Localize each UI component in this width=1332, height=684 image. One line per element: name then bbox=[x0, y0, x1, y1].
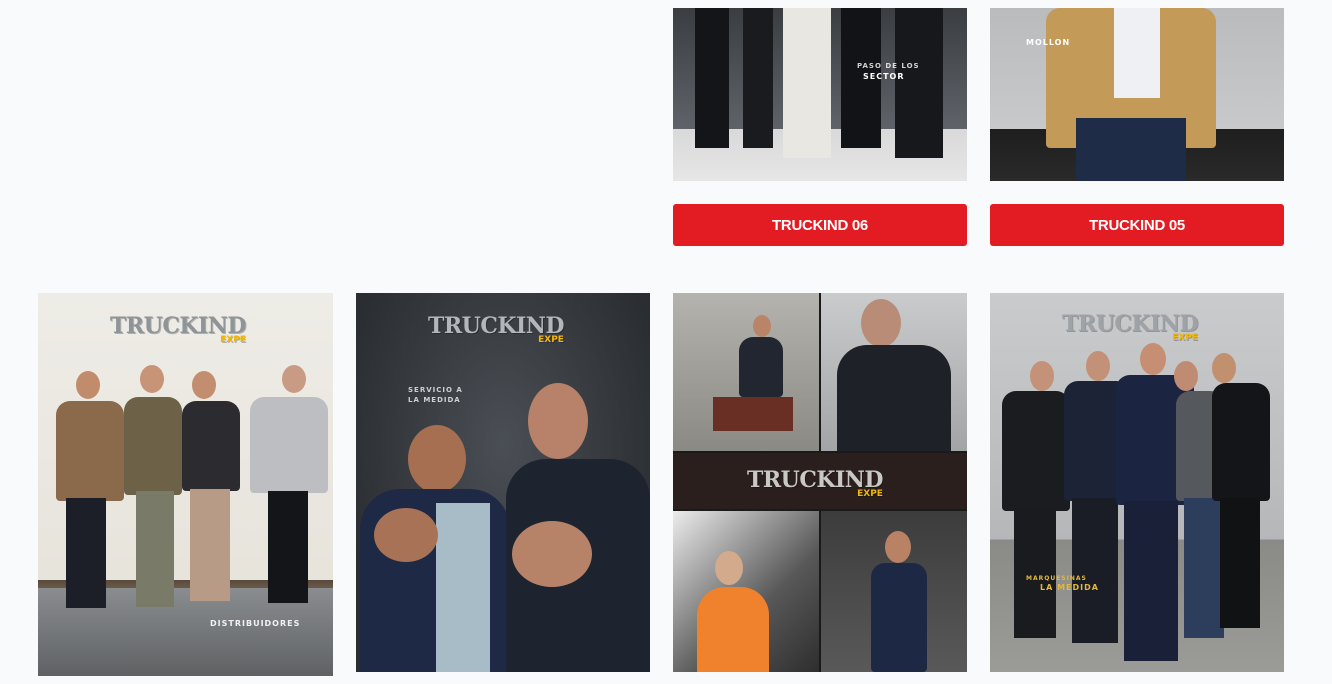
cover-figure bbox=[1114, 8, 1160, 98]
cover-figure-head bbox=[861, 299, 901, 347]
cover-figure bbox=[1072, 498, 1118, 643]
cover-figure-head bbox=[282, 365, 306, 393]
magazine-cover-truckind-06[interactable]: PASO DE LOS SECTOR bbox=[673, 8, 967, 181]
collage-banner: TRUCKIND EXPE bbox=[673, 453, 967, 509]
cover-figure-head bbox=[753, 315, 771, 337]
cover-figure bbox=[1212, 383, 1270, 501]
cover-caption: SERVICIO A LA MEDIDA bbox=[408, 386, 463, 404]
cover-figure bbox=[190, 489, 230, 601]
cover-figure bbox=[136, 491, 174, 607]
cover-figure bbox=[56, 401, 124, 501]
cover-figure bbox=[1184, 498, 1224, 638]
cover-figure bbox=[268, 491, 308, 603]
logo-subtext: EXPE bbox=[220, 335, 246, 345]
cover-figure bbox=[713, 397, 793, 431]
cover-figure bbox=[436, 503, 490, 672]
logo-subtext: EXPE bbox=[857, 489, 883, 499]
cover-figure-fist bbox=[512, 521, 592, 587]
cover-figure-head bbox=[1030, 361, 1054, 391]
collage-panel bbox=[821, 511, 967, 672]
cover-figure bbox=[895, 8, 943, 158]
cover-caption: PASO DE LOS bbox=[857, 62, 920, 70]
cover-figure bbox=[1220, 498, 1260, 628]
cover-figure bbox=[1014, 508, 1056, 638]
magazine-cover-2[interactable]: TRUCKIND EXPE SERVICIO A LA MEDIDA bbox=[356, 293, 650, 672]
logo-subtext: EXPE bbox=[1172, 333, 1198, 343]
cover-figure-head bbox=[715, 551, 743, 585]
cover-figure-head bbox=[408, 425, 466, 493]
truckind-logo: TRUCKIND EXPE bbox=[747, 467, 883, 499]
cover-figure-head bbox=[1174, 361, 1198, 391]
cover-figure bbox=[871, 563, 927, 672]
cover-figure-head bbox=[885, 531, 911, 563]
cover-figure-head bbox=[192, 371, 216, 399]
truckind-logo: TRUCKIND EXPE bbox=[428, 313, 564, 345]
cover-figure bbox=[1002, 391, 1070, 511]
cover-caption: MOLLON bbox=[1026, 38, 1071, 47]
cover-figure-head bbox=[1140, 343, 1166, 375]
magazine-cover-3[interactable]: TRUCKIND EXPE bbox=[673, 293, 967, 672]
truckind-logo: TRUCKIND EXPE bbox=[110, 313, 246, 345]
cover-caption: DISTRIBUIDORES bbox=[210, 619, 301, 628]
cover-caption: LA MEDIDA bbox=[1040, 583, 1099, 592]
cover-figure bbox=[182, 401, 240, 491]
truckind-05-button[interactable]: TRUCKIND 05 bbox=[990, 204, 1284, 246]
cover-figure-fist bbox=[374, 508, 438, 562]
cover-figure bbox=[1076, 118, 1186, 181]
cover-caption: SECTOR bbox=[863, 72, 905, 81]
cover-figure bbox=[739, 337, 783, 397]
truckind-06-button[interactable]: TRUCKIND 06 bbox=[673, 204, 967, 246]
collage-panel bbox=[673, 511, 819, 672]
cover-figure bbox=[250, 397, 328, 493]
cover-figure bbox=[783, 8, 831, 158]
cover-figure bbox=[837, 345, 951, 451]
magazine-cover-truckind-05[interactable]: MOLLON bbox=[990, 8, 1284, 181]
cover-figure-head bbox=[1086, 351, 1110, 381]
cover-figure-head bbox=[140, 365, 164, 393]
cover-figure bbox=[124, 397, 182, 495]
cover-figure bbox=[695, 8, 729, 148]
cover-figure-head bbox=[528, 383, 588, 459]
truckind-logo: TRUCKIND EXPE bbox=[1062, 311, 1198, 343]
cover-figure bbox=[743, 8, 773, 148]
cover-figure-head bbox=[76, 371, 100, 399]
magazine-cover-4[interactable]: TRUCKIND EXPE MARQUESINAS LA MEDIDA bbox=[990, 293, 1284, 672]
cover-figure-head bbox=[1212, 353, 1236, 383]
cover-figure bbox=[66, 498, 106, 608]
collage-panel bbox=[821, 293, 967, 451]
cover-figure bbox=[1124, 501, 1178, 661]
collage-panel bbox=[673, 293, 819, 451]
cover-caption: MARQUESINAS bbox=[1026, 575, 1087, 582]
logo-subtext: EXPE bbox=[538, 335, 564, 345]
cover-figure bbox=[697, 587, 769, 672]
magazine-cover-1[interactable]: TRUCKIND EXPE DISTRIBUIDORES bbox=[38, 293, 333, 676]
